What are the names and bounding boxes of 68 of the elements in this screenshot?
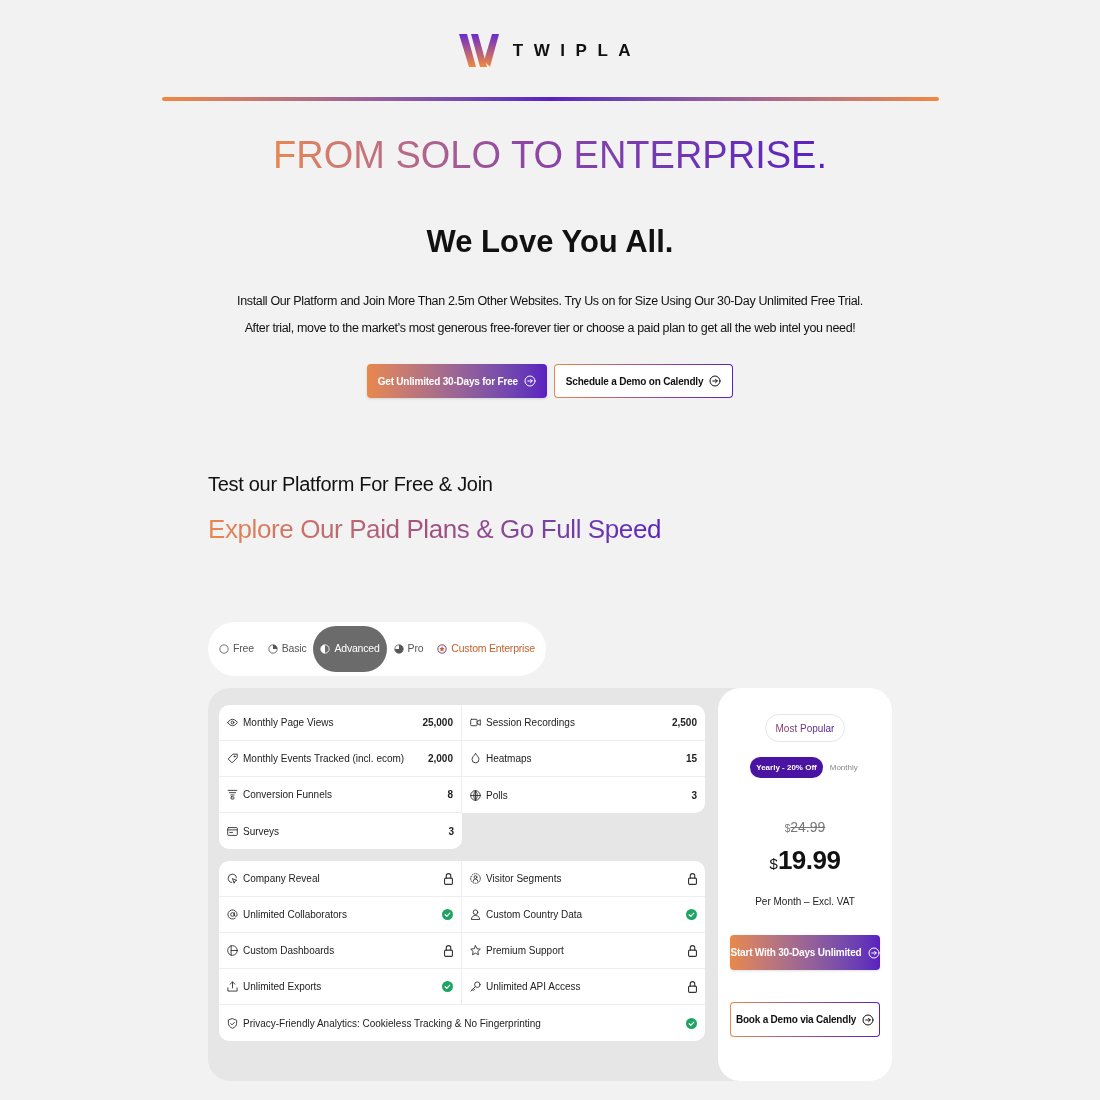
feature-label: Company Reveal <box>243 872 321 886</box>
arrow-circle-icon <box>867 946 880 959</box>
at-sign-icon <box>227 909 238 920</box>
arrow-circle-icon <box>709 375 722 387</box>
video-camera-icon <box>470 717 481 728</box>
feature-label: Visitor Segments <box>486 872 563 886</box>
quarter-pie-icon <box>267 644 278 654</box>
limit-label: Polls <box>486 788 509 803</box>
funnel-icon <box>227 789 238 800</box>
feature-label: Custom Country Data <box>486 908 584 922</box>
feature-label: Premium Support <box>486 944 565 958</box>
intro-text: Install Our Platform and Join More Than 2.5m Other Websites. Try Us on for Size Using Our 30-Day Unlimited Free Trial. <box>237 293 863 310</box>
limit-value: 3 <box>448 824 454 839</box>
limit-value: 2,500 <box>671 716 697 730</box>
limit-label: Heatmaps <box>486 752 533 766</box>
price-note: Per Month – Excl. VAT <box>755 895 855 909</box>
subheadline: We Love You All. <box>426 223 674 261</box>
half-circle-icon <box>320 644 331 654</box>
section-title: Test our Platform For Free & Join <box>208 472 493 497</box>
empty-circle-icon <box>219 644 229 654</box>
feature-label: Privacy-Friendly Analytics: Cookieless Tracking & No Fingerprinting <box>243 1016 542 1031</box>
key-icon <box>470 981 481 992</box>
limit-value: 3 <box>691 788 697 803</box>
w-logo-icon <box>458 34 499 67</box>
billing-option[interactable]: Monthly <box>827 757 860 778</box>
limit-value: 2,000 <box>427 752 453 766</box>
feature-label: Unlimited Exports <box>243 980 323 994</box>
star-circle-icon <box>437 644 448 654</box>
limit-value: 25,000 <box>422 716 453 730</box>
arrow-circle-icon <box>862 1013 875 1026</box>
segmented-circle-icon <box>227 945 238 956</box>
plan-tab[interactable]: Advanced <box>313 626 387 672</box>
schedule-demo-button[interactable]: Schedule a Demo on Calendly <box>553 364 734 398</box>
star-icon <box>470 945 481 956</box>
feature-label: Unlimited Collaborators <box>243 908 348 922</box>
eye-icon <box>227 717 238 728</box>
plan-tab[interactable]: Basic <box>260 626 314 672</box>
window-icon <box>227 825 238 837</box>
limit-label: Monthly Events Tracked (incl. ecom) <box>243 752 406 766</box>
limit-label: Conversion Funnels <box>243 788 333 802</box>
limit-label: Monthly Page Views <box>243 716 335 730</box>
plan-tab[interactable]: Free <box>212 626 261 672</box>
old-price: $24.99 <box>784 818 826 837</box>
limit-label: Session Recordings <box>486 716 576 730</box>
shield-check-icon <box>227 1017 238 1029</box>
limit-value: 8 <box>447 788 453 802</box>
intro-text: After trial, move to the market's most generous free-forever tier or choose a paid plan to get all the web intel you need! <box>244 320 856 337</box>
user-icon <box>470 909 481 920</box>
start-trial-button[interactable]: Start With 30-Days Unlimited <box>730 935 880 970</box>
price: $19.99 <box>769 844 841 877</box>
person-icon <box>470 873 481 884</box>
book-demo-button[interactable]: Book a Demo via Calendly <box>730 1002 880 1037</box>
upload-icon <box>227 981 238 992</box>
plan-tab[interactable]: Pro <box>386 626 431 672</box>
three-quarter-pie-icon <box>393 644 404 654</box>
feature-label: Custom Dashboards <box>243 944 336 958</box>
logo-wordmark: TWIPLA <box>512 39 642 62</box>
drop-icon <box>470 753 481 764</box>
arrow-circle-icon <box>523 375 536 387</box>
plan-tab[interactable]: Custom Enterprise <box>430 626 542 672</box>
cursor-icon <box>227 873 238 884</box>
limit-value: 15 <box>685 752 697 766</box>
feature-label: Unlimited API Access <box>486 980 582 994</box>
billing-option[interactable]: Yearly - 20% Off <box>750 757 823 778</box>
globe-icon <box>470 789 481 801</box>
limit-label: Surveys <box>243 824 281 839</box>
tag-icon <box>227 753 238 764</box>
free-trial-button[interactable]: Get Unlimited 30-Days for Free <box>366 364 547 398</box>
